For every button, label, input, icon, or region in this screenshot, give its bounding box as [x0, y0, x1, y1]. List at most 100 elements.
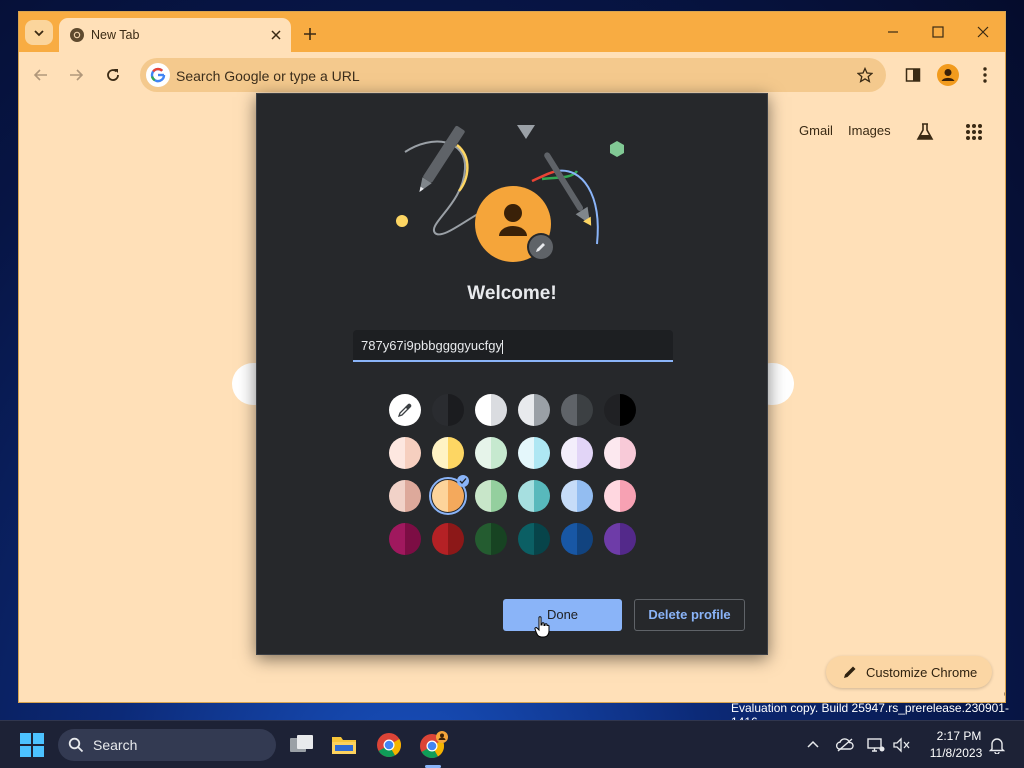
task-view-button[interactable]	[286, 729, 318, 761]
images-link[interactable]: Images	[848, 123, 891, 138]
omnibox-placeholder: Search Google or type a URL	[176, 68, 360, 84]
close-window-button[interactable]	[971, 21, 995, 43]
custom-color-picker-swatch[interactable]	[389, 394, 421, 426]
google-apps-icon[interactable]	[962, 120, 986, 144]
color-swatch[interactable]	[389, 523, 421, 555]
swatch-left-half	[389, 437, 405, 469]
swatch-left-half	[604, 480, 620, 512]
gmail-link[interactable]: Gmail	[799, 123, 833, 138]
maximize-icon	[932, 26, 944, 38]
new-tab-button[interactable]	[298, 22, 322, 46]
windows-start-button[interactable]	[20, 733, 44, 757]
color-swatch[interactable]	[475, 394, 507, 426]
bell-icon	[989, 738, 1005, 754]
taskbar-search-box[interactable]: Search	[58, 729, 276, 761]
pencil-icon	[842, 664, 858, 680]
onedrive-status-icon[interactable]	[835, 735, 855, 755]
swatch-left-half	[518, 523, 534, 555]
reload-button[interactable]	[102, 64, 124, 86]
color-swatch[interactable]	[561, 523, 593, 555]
profile-customization-dialog: Welcome! 787y67i9pbbggggyucfgy Done Dele…	[256, 93, 768, 655]
swatch-left-half	[475, 437, 491, 469]
chrome-profile-taskbar-button[interactable]	[417, 729, 449, 761]
forward-button[interactable]	[65, 64, 87, 86]
color-swatch[interactable]	[475, 480, 507, 512]
profile-button[interactable]	[936, 63, 960, 87]
chrome-menu-button[interactable]	[975, 64, 995, 86]
color-swatch[interactable]	[561, 394, 593, 426]
windows-logo-icon	[20, 733, 44, 757]
color-swatch[interactable]	[604, 523, 636, 555]
swatch-left-half	[604, 437, 620, 469]
network-status-icon[interactable]	[866, 735, 886, 755]
notifications-button[interactable]	[987, 735, 1007, 755]
color-swatch[interactable]	[518, 437, 550, 469]
tab-new-tab[interactable]: New Tab	[59, 18, 291, 52]
profile-name-input[interactable]: 787y67i9pbbggggyucfgy	[353, 330, 673, 362]
customize-chrome-label: Customize Chrome	[866, 665, 978, 680]
swatch-right-half	[405, 480, 421, 512]
color-swatch[interactable]	[389, 480, 421, 512]
swatch-right-half	[534, 394, 550, 426]
swatch-right-half	[577, 437, 593, 469]
color-swatch[interactable]	[518, 480, 550, 512]
color-swatch[interactable]	[475, 523, 507, 555]
task-view-icon	[290, 735, 313, 752]
color-swatch[interactable]	[432, 394, 464, 426]
delete-profile-button[interactable]: Delete profile	[634, 599, 745, 631]
customize-chrome-button[interactable]: Customize Chrome	[826, 656, 992, 688]
google-g-icon	[146, 63, 170, 87]
chrome-profile-icon	[420, 731, 448, 759]
tab-search-button[interactable]	[25, 20, 53, 45]
color-swatch[interactable]	[518, 394, 550, 426]
color-swatch[interactable]	[475, 437, 507, 469]
plus-icon	[304, 28, 316, 40]
swatch-right-half	[448, 437, 464, 469]
swatch-left-half	[475, 523, 491, 555]
swatch-right-half	[534, 437, 550, 469]
swatch-right-half	[448, 523, 464, 555]
side-panel-button[interactable]	[902, 64, 924, 86]
swatch-left-half	[432, 394, 448, 426]
color-swatch[interactable]	[604, 437, 636, 469]
color-swatch[interactable]	[561, 480, 593, 512]
color-swatch[interactable]	[604, 480, 636, 512]
file-explorer-button[interactable]	[328, 729, 360, 761]
color-swatch[interactable]	[432, 523, 464, 555]
swatch-left-half	[561, 523, 577, 555]
done-button[interactable]: Done	[503, 599, 622, 631]
color-swatch[interactable]	[518, 523, 550, 555]
show-hidden-icons-button[interactable]	[803, 735, 823, 755]
chrome-taskbar-button[interactable]	[373, 729, 405, 761]
color-swatch[interactable]	[432, 437, 464, 469]
minimize-button[interactable]	[881, 21, 905, 43]
tab-title: New Tab	[91, 28, 140, 42]
color-swatch[interactable]	[389, 437, 421, 469]
minimize-icon	[888, 31, 898, 33]
color-swatch[interactable]	[561, 437, 593, 469]
title-bar: New Tab	[19, 12, 1005, 52]
back-button[interactable]	[30, 64, 52, 86]
swatch-left-half	[432, 480, 448, 512]
swatch-left-half	[432, 437, 448, 469]
labs-flask-icon[interactable]	[913, 120, 937, 144]
mouse-pointer-hand-icon	[534, 616, 550, 638]
color-swatch[interactable]	[604, 394, 636, 426]
color-swatch-selected[interactable]	[429, 475, 469, 515]
clock-time[interactable]: 2:17 PM	[934, 729, 984, 743]
omnibox[interactable]: Search Google or type a URL	[140, 58, 886, 92]
maximize-button[interactable]	[926, 21, 950, 43]
bookmark-star-icon[interactable]	[856, 66, 874, 84]
taskbar: Search 2:17 PM 11/8/2023	[0, 720, 1024, 768]
close-tab-icon[interactable]	[267, 26, 285, 44]
arrow-right-icon	[70, 69, 84, 81]
close-icon	[977, 26, 989, 38]
clock-date[interactable]: 11/8/2023	[924, 746, 988, 760]
volume-muted-icon[interactable]	[892, 735, 912, 755]
swatch-left-half	[518, 394, 534, 426]
swatch-left-half	[475, 480, 491, 512]
swatch-left-half	[561, 480, 577, 512]
avatar-icon	[937, 64, 959, 86]
taskbar-search-label: Search	[93, 737, 138, 753]
swatch-left-half	[561, 437, 577, 469]
